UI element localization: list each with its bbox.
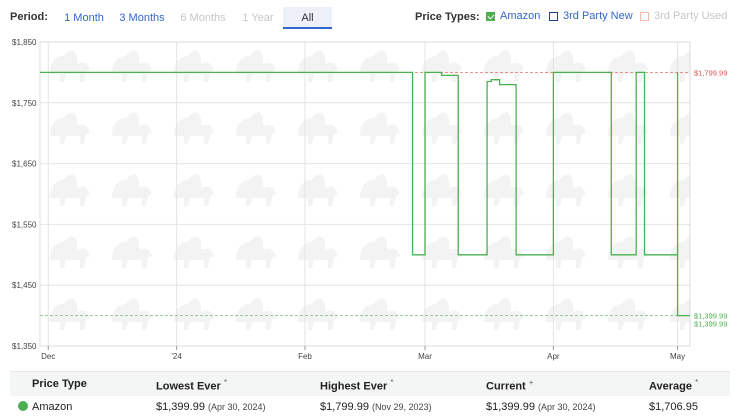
header-mark: * [223, 378, 227, 387]
y-tick-label: $1,550 [12, 220, 37, 229]
y-tick-label: $1,650 [12, 160, 37, 169]
table-header: Price Type Lowest Ever * Highest Ever * … [10, 371, 730, 396]
header-mark: + [528, 378, 534, 387]
table-row: Amazon $1,399.99 (Apr 30, 2024) $1,799.9… [10, 396, 730, 416]
x-axis: Dec '24 Feb Mar Apr May [41, 346, 685, 361]
cell-lowest-ever: $1,399.99 (Apr 30, 2024) [156, 401, 266, 413]
price-type-amazon-label: Amazon [500, 10, 541, 22]
toolbar: Period: 1 Month 3 Months 6 Months 1 Year… [0, 0, 738, 34]
x-tick-label: '24 [171, 352, 182, 361]
watermark-background [40, 42, 690, 346]
cell-current: $1,399.99 (Apr 30, 2024) [486, 401, 596, 413]
current-price-label: $1,399.99 [694, 320, 727, 329]
y-tick-label: $1,850 [12, 38, 37, 47]
period-label: Period: [10, 11, 48, 23]
checkbox-checked-icon [486, 11, 495, 21]
x-tick-label: Feb [298, 352, 312, 361]
header-current: Current + [486, 378, 534, 393]
header-lowest-ever: Lowest Ever * [156, 378, 227, 393]
price-history-chart[interactable]: Dec '24 Feb Mar Apr May $1,350$1,450$1,550$1,… [0, 34, 738, 370]
period-all-tab[interactable]: All [283, 7, 332, 29]
price-type-3rd-party-new-label: 3rd Party New [563, 10, 633, 22]
header-highest-ever: Highest Ever * [320, 378, 394, 393]
header-mark: * [695, 378, 699, 387]
checkbox-unchecked-icon [549, 11, 558, 21]
period-6-months-tab[interactable]: 6 Months [176, 7, 230, 29]
price-type-3rd-party-new-toggle[interactable]: 3rd Party New [549, 10, 633, 22]
y-tick-label: $1,750 [12, 99, 37, 108]
period-1-year-tab[interactable]: 1 Year [236, 7, 280, 29]
checkbox-unchecked-icon [640, 11, 649, 21]
period-3-months-tab[interactable]: 3 Months [115, 7, 169, 29]
x-tick-label: Apr [547, 352, 560, 361]
y-axis: $1,350 $1,450 $1,550 $1,650 $1,750 $1,850 [12, 38, 37, 351]
cell-price-type: Amazon [18, 401, 72, 413]
price-type-amazon-toggle[interactable]: Amazon [486, 10, 540, 22]
x-tick-label: Dec [41, 352, 55, 361]
cell-average: $1,706.95 [649, 401, 698, 413]
y-tick-label: $1,450 [12, 281, 37, 290]
header-mark: * [390, 378, 394, 387]
x-tick-label: May [670, 352, 685, 361]
x-tick-label: Mar [418, 352, 432, 361]
price-summary-table: Price Type Lowest Ever * Highest Ever * … [10, 371, 730, 415]
reference-line-label: $1,799.99 [694, 68, 727, 77]
cell-highest-ever: $1,799.99 (Nov 29, 2023) [320, 401, 432, 413]
header-price-type: Price Type [32, 378, 87, 390]
price-type-3rd-party-used-toggle[interactable]: 3rd Party Used [640, 10, 727, 22]
price-type-3rd-party-used-label: 3rd Party Used [654, 10, 728, 22]
period-1-month-tab[interactable]: 1 Month [58, 7, 110, 29]
header-average: Average * [649, 378, 699, 393]
amazon-series-dot-icon [18, 401, 28, 411]
price-types-label: Price Types: [415, 11, 480, 23]
y-tick-label: $1,350 [12, 342, 37, 351]
chart-annotations: $1,799.99$1,399.99$1,399.99 [694, 68, 727, 328]
